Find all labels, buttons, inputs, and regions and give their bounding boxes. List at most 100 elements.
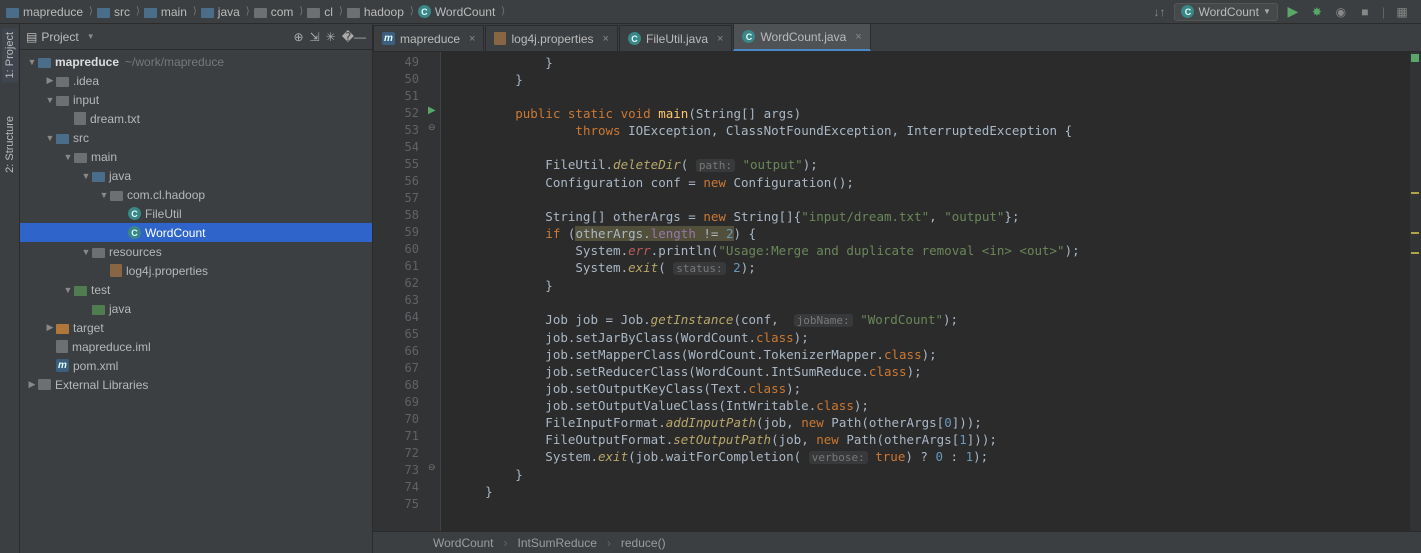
tree-arrow-icon[interactable]: [44, 133, 56, 143]
tree-node[interactable]: External Libraries: [20, 375, 372, 394]
folder-icon: [110, 191, 123, 201]
folder-icon: [74, 286, 87, 296]
tree-arrow-icon[interactable]: [26, 379, 38, 390]
breadcrumb-item[interactable]: cl⟩: [307, 5, 343, 19]
project-tree[interactable]: mapreduce~/work/mapreduce.ideainputdream…: [20, 50, 372, 553]
warning-marker[interactable]: [1411, 252, 1419, 254]
breadcrumb-item[interactable]: main⟩: [144, 5, 197, 19]
tree-node-label: resources: [109, 245, 162, 259]
tree-node[interactable]: WordCount: [20, 223, 372, 242]
breadcrumb-label: WordCount: [435, 5, 495, 19]
close-tab-icon[interactable]: ×: [603, 33, 609, 45]
editor-breadcrumb-item[interactable]: WordCount: [433, 536, 493, 550]
library-icon: [38, 379, 51, 390]
folder-icon: [254, 8, 267, 18]
tree-node[interactable]: .idea: [20, 71, 372, 90]
warning-marker[interactable]: [1411, 232, 1419, 234]
project-tool-tab[interactable]: 1: Project: [2, 28, 18, 82]
tree-arrow-icon[interactable]: [80, 171, 92, 181]
run-configuration-selector[interactable]: WordCount ▼: [1174, 3, 1277, 21]
tree-arrow-icon[interactable]: [98, 190, 110, 200]
chevron-right-icon: ⟩: [246, 6, 250, 17]
tree-node[interactable]: log4j.properties: [20, 261, 372, 280]
editor-breadcrumb-item[interactable]: IntSumReduce: [517, 536, 596, 550]
tree-node[interactable]: java: [20, 166, 372, 185]
breadcrumb-item[interactable]: com⟩: [254, 5, 304, 19]
breadcrumb-item[interactable]: java ⟩: [201, 5, 250, 19]
collapse-icon[interactable]: ⇲: [310, 30, 320, 44]
editor-tab-label: WordCount.java: [760, 30, 846, 44]
run-gutter-icon[interactable]: ▶: [428, 105, 436, 116]
make-project-icon[interactable]: ↓↑: [1150, 3, 1168, 21]
tree-arrow-icon[interactable]: [62, 152, 74, 162]
iml-file-icon: [56, 340, 68, 353]
tree-node[interactable]: java: [20, 299, 372, 318]
tree-node-label: test: [91, 283, 110, 297]
editor-tab[interactable]: WordCount.java ×: [733, 23, 870, 51]
editor-tab[interactable]: log4j.properties×: [485, 25, 618, 51]
tree-node[interactable]: target: [20, 318, 372, 337]
tree-node[interactable]: resources: [20, 242, 372, 261]
layout-button-icon[interactable]: ▦: [1393, 3, 1411, 21]
code-editor[interactable]: } } public static void main(String[] arg…: [441, 52, 1409, 531]
fold-toggle-icon[interactable]: ⊖: [428, 122, 436, 133]
tree-node[interactable]: src: [20, 128, 372, 147]
tree-node[interactable]: main: [20, 147, 372, 166]
breadcrumb-label: mapreduce: [23, 5, 83, 19]
breadcrumb-item[interactable]: WordCount⟩: [418, 5, 505, 19]
folder-icon: [144, 8, 157, 18]
run-button-icon[interactable]: ▶: [1284, 3, 1302, 21]
tree-arrow-icon[interactable]: [44, 95, 56, 105]
editor-tab[interactable]: mapreduce×: [373, 25, 484, 51]
tree-node-label: java: [109, 302, 131, 316]
text-file-icon: [74, 112, 86, 125]
breadcrumb-item[interactable]: src⟩: [97, 5, 140, 19]
tree-node[interactable]: mapreduce.iml: [20, 337, 372, 356]
close-tab-icon[interactable]: ×: [717, 33, 723, 45]
editor-tab[interactable]: FileUtil.java×: [619, 25, 732, 51]
breadcrumb-label: java: [218, 5, 240, 19]
folder-icon: [92, 248, 105, 258]
tree-node[interactable]: test: [20, 280, 372, 299]
tree-arrow-icon[interactable]: [44, 322, 56, 333]
structure-tool-tab[interactable]: 2: Structure: [2, 112, 18, 177]
tree-node[interactable]: mapreduce~/work/mapreduce: [20, 52, 372, 71]
chevron-right-icon: ⟩: [193, 6, 197, 17]
line-number-gutter[interactable]: 49 50 51 52 53 54 55 56 57 58 59 60 61 6…: [373, 52, 427, 531]
locate-icon[interactable]: ⊕: [294, 30, 304, 44]
tree-node[interactable]: dream.txt: [20, 109, 372, 128]
stop-button-icon[interactable]: ■: [1356, 3, 1374, 21]
tree-node[interactable]: input: [20, 90, 372, 109]
fold-gutter[interactable]: ▶ ⊖ ⊖: [427, 52, 441, 531]
tree-node-label: pom.xml: [73, 359, 118, 373]
coverage-button-icon[interactable]: ◉: [1332, 3, 1350, 21]
tree-node-label: FileUtil: [145, 207, 182, 221]
folder-icon: [347, 8, 360, 18]
error-stripe[interactable]: [1409, 52, 1421, 531]
hide-icon[interactable]: �—: [342, 30, 366, 44]
tree-arrow-icon[interactable]: [62, 285, 74, 295]
folder-icon: [307, 8, 320, 18]
breadcrumb-item[interactable]: hadoop⟩: [347, 5, 414, 19]
editor-breadcrumb-item[interactable]: reduce(): [621, 536, 666, 550]
settings-gear-icon[interactable]: ✳: [326, 30, 336, 44]
properties-file-icon: [110, 264, 122, 277]
breadcrumb-item[interactable]: mapreduce⟩: [6, 5, 93, 19]
tool-window-bar-left: 1: Project 2: Structure: [0, 24, 20, 553]
fold-toggle-icon[interactable]: ⊖: [428, 462, 436, 473]
close-tab-icon[interactable]: ×: [855, 31, 861, 43]
editor-breadcrumb[interactable]: WordCount›IntSumReduce›reduce(): [373, 531, 1421, 553]
tree-node[interactable]: com.cl.hadoop: [20, 185, 372, 204]
project-panel-title[interactable]: ▤ Project ▼: [26, 30, 294, 44]
warning-marker[interactable]: [1411, 192, 1419, 194]
tree-node[interactable]: pom.xml: [20, 356, 372, 375]
tree-arrow-icon[interactable]: [26, 57, 38, 67]
tree-arrow-icon[interactable]: [80, 247, 92, 257]
folder-icon: [201, 8, 214, 18]
tree-node-label: target: [73, 321, 104, 335]
class-icon: [128, 207, 141, 220]
close-tab-icon[interactable]: ×: [469, 33, 475, 45]
tree-arrow-icon[interactable]: [44, 75, 56, 86]
tree-node[interactable]: FileUtil: [20, 204, 372, 223]
debug-button-icon[interactable]: ✸: [1308, 3, 1326, 21]
